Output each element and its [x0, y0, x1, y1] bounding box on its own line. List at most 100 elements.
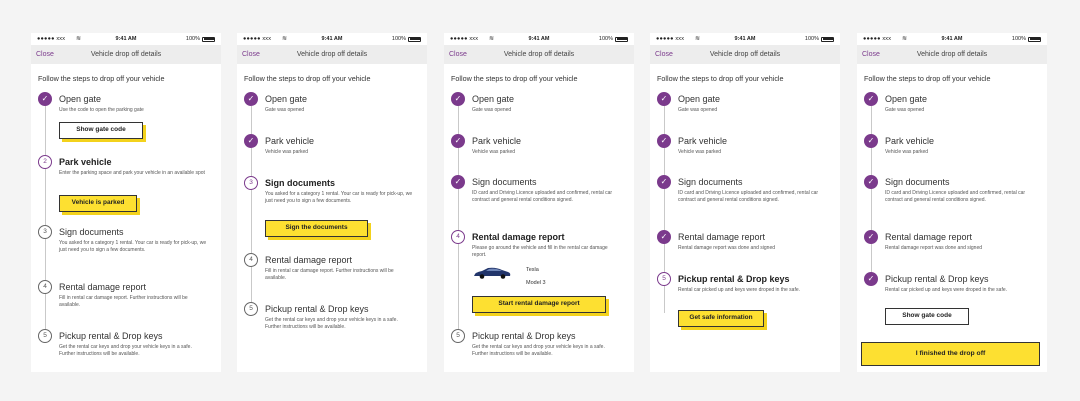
battery-icon [202, 36, 215, 42]
screen-3: ●●●●● xxx ≋ 9:41 AM 100% Close Vehicle d… [444, 33, 634, 372]
step-number: 5 [244, 302, 258, 316]
start-damage-report-button[interactable]: Start rental damage report [472, 296, 606, 313]
battery: 100% [1012, 36, 1041, 42]
step-desc: Gate was opened [678, 107, 718, 113]
check-icon: ✓ [38, 92, 52, 106]
battery-icon [1028, 36, 1041, 42]
battery: 100% [599, 36, 628, 42]
check-icon: ✓ [451, 175, 465, 189]
battery-icon [408, 36, 421, 42]
step-desc: You asked for a category 1 rental. Your … [59, 240, 207, 253]
step-number: 4 [451, 230, 465, 244]
step-title: Pickup rental & Drop keys [885, 274, 989, 284]
check-icon: ✓ [451, 134, 465, 148]
nav-title: Vehicle drop off details [709, 51, 781, 58]
step-desc: Vehicle was parked [678, 149, 722, 155]
timeline-line [870, 106, 872, 276]
status-bar: ●●●●● xxx ≋ 9:41 AM 100% [857, 33, 1047, 45]
check-icon: ✓ [864, 272, 878, 286]
step-number: 3 [38, 225, 52, 239]
vehicle-parked-button[interactable]: Vehicle is parked [59, 195, 137, 212]
step-title: Park vehicle [59, 157, 112, 167]
step-title: Open gate [885, 94, 928, 104]
intro-text: Follow the steps to drop off your vehicl… [657, 74, 784, 83]
step-number: 2 [38, 155, 52, 169]
screen-4: ●●●●● xxx ≋ 9:41 AM 100% Close Vehicle d… [650, 33, 840, 372]
check-icon: ✓ [864, 230, 878, 244]
step-title: Open gate [678, 94, 721, 104]
nav-title: Vehicle drop off details [90, 51, 162, 58]
step-number: 4 [244, 253, 258, 267]
step-title: Park vehicle [678, 136, 728, 146]
car-model: Model 3 [526, 280, 546, 286]
status-bar: ●●●●● xxx ≋ 9:41 AM 100% [444, 33, 634, 45]
step-desc: Vehicle was parked [265, 149, 309, 155]
step-desc: ID card and Driving Licence uploaded and… [472, 190, 613, 203]
step-number: 3 [244, 176, 258, 190]
sign-documents-button[interactable]: Sign the documents [265, 220, 368, 237]
nav-bar: Close Vehicle drop off details [650, 45, 840, 64]
nav-bar: Close Vehicle drop off details [444, 45, 634, 64]
step-number: 4 [38, 280, 52, 294]
show-gate-code-button[interactable]: Show gate code [885, 308, 969, 325]
step-desc: Get the rental car keys and drop your ve… [472, 344, 605, 357]
step-desc: Rental damage report was done and signed [678, 245, 776, 251]
step-desc: Gate was opened [472, 107, 512, 113]
step-desc: Gate was opened [265, 107, 305, 113]
step-title: Rental damage report [885, 232, 973, 242]
check-icon: ✓ [244, 92, 258, 106]
check-icon: ✓ [864, 92, 878, 106]
step-title: Pickup rental & Drop keys [59, 331, 163, 341]
battery-level: 100% [185, 36, 200, 42]
check-icon: ✓ [657, 230, 671, 244]
check-icon: ✓ [864, 134, 878, 148]
step-title: Rental damage report [265, 255, 353, 265]
finished-drop-off-button[interactable]: I finished the drop off [861, 342, 1040, 366]
battery: 100% [392, 36, 421, 42]
check-icon: ✓ [451, 92, 465, 106]
step-number: 5 [657, 272, 671, 286]
nav-bar: Close Vehicle drop off details [31, 45, 221, 64]
step-title: Pickup rental & Drop keys [265, 304, 369, 314]
get-safe-info-button[interactable]: Get safe information [678, 310, 764, 327]
step-title: Sign documents [59, 227, 124, 237]
step-desc: Get the rental car keys and drop your ve… [59, 344, 192, 357]
status-bar: ●●●●● xxx ≋ 9:41 AM 100% [31, 33, 221, 45]
intro-text: Follow the steps to drop off your vehicl… [38, 74, 165, 83]
step-desc: You asked for a category 1 rental. Your … [265, 191, 413, 204]
screen-5: ●●●●● xxx ≋ 9:41 AM 100% Close Vehicle d… [857, 33, 1047, 372]
step-title: Park vehicle [265, 136, 315, 146]
step-title: Open gate [265, 94, 308, 104]
step-desc: Get the rental car keys and drop your ve… [265, 317, 398, 330]
step-desc: Use the code to open the parking gate [59, 107, 144, 113]
battery-level: 100% [804, 36, 819, 42]
step-title: Park vehicle [472, 136, 522, 146]
nav-bar: Close Vehicle drop off details [237, 45, 427, 64]
step-desc: Vehicle was parked [885, 149, 929, 155]
step-title: Sign documents [885, 177, 950, 187]
step-desc: ID card and Driving Licence uploaded and… [678, 190, 819, 203]
check-icon: ✓ [864, 175, 878, 189]
check-icon: ✓ [657, 92, 671, 106]
battery: 100% [186, 36, 215, 42]
nav-title: Vehicle drop off details [503, 51, 575, 58]
intro-text: Follow the steps to drop off your vehicl… [451, 74, 578, 83]
step-title: Open gate [472, 94, 515, 104]
intro-text: Follow the steps to drop off your vehicl… [244, 74, 371, 83]
car-image [474, 267, 511, 279]
step-desc: Rental car picked up and keys were drope… [885, 287, 1008, 293]
step-title: Park vehicle [885, 136, 935, 146]
battery-level: 100% [391, 36, 406, 42]
show-gate-code-button[interactable]: Show gate code [59, 122, 143, 139]
screen-2: ●●●●● xxx ≋ 9:41 AM 100% Close Vehicle d… [237, 33, 427, 372]
battery-level: 100% [598, 36, 613, 42]
status-bar: ●●●●● xxx ≋ 9:41 AM 100% [237, 33, 427, 45]
step-desc: Fill in rental car damage report. Furthe… [59, 295, 188, 308]
intro-text: Follow the steps to drop off your vehicl… [864, 74, 991, 83]
step-title: Rental damage report [472, 232, 565, 242]
step-desc: Fill in rental car damage report. Furthe… [265, 268, 394, 281]
battery-icon [821, 36, 834, 42]
step-desc: Please go around the vehicle and fill in… [472, 245, 608, 258]
step-title: Sign documents [265, 178, 336, 188]
check-icon: ✓ [244, 134, 258, 148]
